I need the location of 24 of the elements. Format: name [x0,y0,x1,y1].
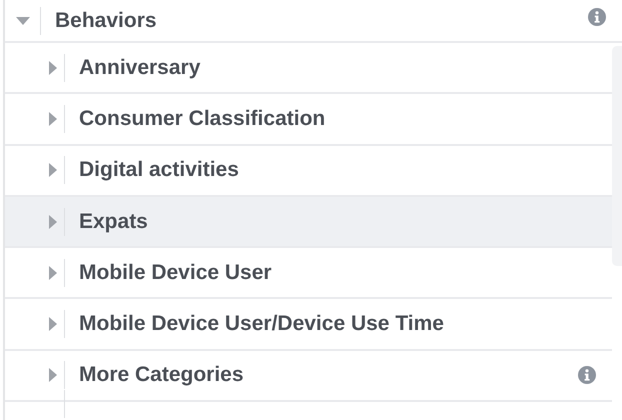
category-row[interactable]: Anniversary [5,43,612,94]
category-label: Digital activities [79,158,239,182]
category-label: More Categories [79,363,244,388]
category-row[interactable]: Consumer Classification [5,94,612,146]
category-row[interactable]: Mobile Device User [5,248,612,300]
expand-caret-icon[interactable] [48,60,56,75]
category-label: Mobile Device User/Device Use Time [79,312,444,336]
category-title: Behaviors [55,8,157,32]
category-label: Anniversary [79,56,200,80]
info-icon[interactable] [588,8,606,26]
category-label: Mobile Device User [79,260,272,285]
expand-caret-icon[interactable] [48,266,56,280]
category-row[interactable]: Mobile Device User/Device Use Time [5,299,612,351]
expand-caret-icon[interactable] [48,317,56,332]
category-label: Expats [79,210,148,234]
expand-caret-icon[interactable] [48,214,56,229]
expand-caret-icon[interactable] [48,368,56,382]
info-icon[interactable] [578,366,596,384]
expand-caret-icon[interactable] [48,112,56,126]
category-label: Consumer Classification [79,106,326,131]
category-row[interactable]: Expats [5,196,612,248]
expand-caret-icon[interactable] [48,163,56,178]
collapse-caret-icon[interactable] [16,16,30,24]
category-row[interactable]: More Categories [5,350,612,402]
